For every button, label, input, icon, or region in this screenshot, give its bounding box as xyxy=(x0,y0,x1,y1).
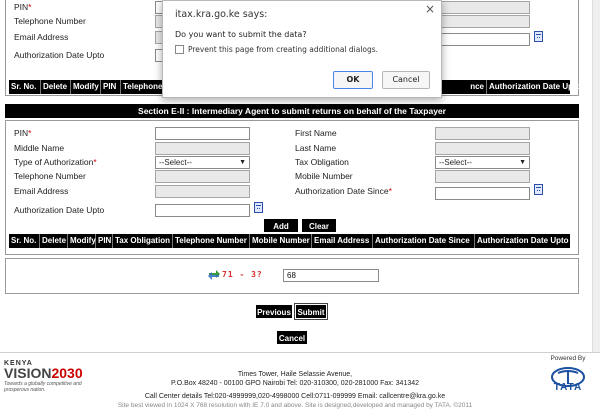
pin-input[interactable] xyxy=(155,127,250,140)
col-mobile: Mobile Number xyxy=(250,234,312,248)
auth-upto-input[interactable] xyxy=(155,204,250,217)
auth-since-label: Authorization Date Since* xyxy=(295,186,392,196)
email-input xyxy=(155,185,250,198)
add-button[interactable]: Add xyxy=(264,219,298,232)
calendar-icon[interactable] xyxy=(534,184,543,195)
type-of-authorization-label: Type of Authorization* xyxy=(14,157,97,167)
dialog-message: Do you want to submit the data? xyxy=(175,30,307,39)
telephone-label-e1: Telephone Number xyxy=(14,16,86,26)
auth-upto-label-e1: Authorization Date Upto xyxy=(14,50,105,60)
clear-button[interactable]: Clear xyxy=(302,219,336,232)
submit-button[interactable]: Submit xyxy=(294,303,328,320)
middle-name-input xyxy=(155,142,250,155)
telephone-label: Telephone Number xyxy=(14,171,86,181)
tax-obligation-select[interactable]: --Select-- ▼ xyxy=(435,156,530,169)
chevron-down-icon: ▼ xyxy=(519,159,526,166)
col-pin: PIN xyxy=(101,80,121,94)
previous-button[interactable]: Previous xyxy=(256,305,292,318)
scrollbar[interactable] xyxy=(592,0,600,352)
col-delete: Delete xyxy=(41,80,71,94)
auth-upto-label: Authorization Date Upto xyxy=(14,205,105,215)
col-auth-upto: Authorization Date Upto xyxy=(489,82,581,91)
auth-since-input[interactable] xyxy=(435,187,530,200)
col-telephone: Telephone Number xyxy=(173,234,250,248)
first-name-input-e1 xyxy=(435,1,530,14)
footer-best-viewed: Site best viewed in 1024 X 768 resolutio… xyxy=(117,402,473,409)
prevent-dialogs-label: Prevent this page from creating addition… xyxy=(188,45,379,54)
last-name-input xyxy=(435,142,530,155)
footer-address-1: Times Tower, Haile Selassie Avenue, xyxy=(237,371,353,378)
kenya-vision-logo: KENYA VISION2030 Towards a globally comp… xyxy=(4,360,83,393)
section-e2-title: Section E-II : Intermediary Agent to sub… xyxy=(5,104,579,118)
confirm-dialog: itax.kra.go.ke says: × Do you want to su… xyxy=(162,0,442,98)
auth-since-input-e1[interactable] xyxy=(435,33,530,46)
table-header-e2: Sr. No. Delete Modify PIN Tax Obligation… xyxy=(9,234,570,248)
middle-name-label: Middle Name xyxy=(14,143,65,153)
email-label-e1: Email Address xyxy=(14,32,69,42)
telephone-input xyxy=(155,170,250,183)
col-modify: Modify xyxy=(71,80,101,94)
mobile-label: Mobile Number xyxy=(295,171,353,181)
captcha-input[interactable]: 68 xyxy=(283,269,379,282)
footer-address-2: P.O.Box 48240 - 00100 GPO Nairobi Tel: 0… xyxy=(170,380,420,387)
col-auth-upto: Authorization Date Upto xyxy=(477,236,569,245)
cancel-button[interactable]: Cancel xyxy=(277,331,307,344)
close-icon[interactable]: × xyxy=(425,2,435,16)
mobile-input-e1 xyxy=(435,15,530,28)
refresh-icon[interactable] xyxy=(207,268,221,282)
col-pin: PIN xyxy=(96,234,113,248)
col-delete: Delete xyxy=(40,234,68,248)
ok-button[interactable]: OK xyxy=(333,71,373,89)
first-name-input xyxy=(435,127,530,140)
pin-label: PIN* xyxy=(14,128,32,138)
type-of-authorization-select[interactable]: --Select-- ▼ xyxy=(155,156,250,169)
chevron-down-icon: ▼ xyxy=(239,159,246,166)
pin-label-e1: PIN* xyxy=(14,2,32,12)
last-name-label: Last Name xyxy=(295,143,337,153)
dialog-title: itax.kra.go.ke says: xyxy=(175,9,268,20)
first-name-label: First Name xyxy=(295,128,337,138)
tax-obligation-label: Tax Obligation xyxy=(295,157,349,167)
page: PIN* Telephone Number Email Address Auth… xyxy=(0,0,600,416)
col-modify: Modify xyxy=(68,234,96,248)
col-sr-no: Sr. No. xyxy=(9,80,41,94)
captcha-code: 71 - 3? xyxy=(222,270,263,279)
calendar-icon[interactable] xyxy=(254,202,263,213)
tata-logo-icon xyxy=(551,367,585,387)
footer-divider xyxy=(0,352,600,353)
col-auth-since: Authorization Date Since xyxy=(373,234,475,248)
email-label: Email Address xyxy=(14,186,69,196)
dialog-cancel-button[interactable]: Cancel xyxy=(382,71,430,89)
prevent-dialogs-checkbox[interactable] xyxy=(175,45,184,54)
calendar-icon[interactable] xyxy=(534,31,543,42)
col-tax-obligation: Tax Obligation xyxy=(113,234,173,248)
footer-contact: Call Center details Tel:020-4999999,020-… xyxy=(144,393,446,400)
col-email: Email Address xyxy=(312,234,373,248)
col-sr-no: Sr. No. xyxy=(9,234,40,248)
mobile-input xyxy=(435,170,530,183)
